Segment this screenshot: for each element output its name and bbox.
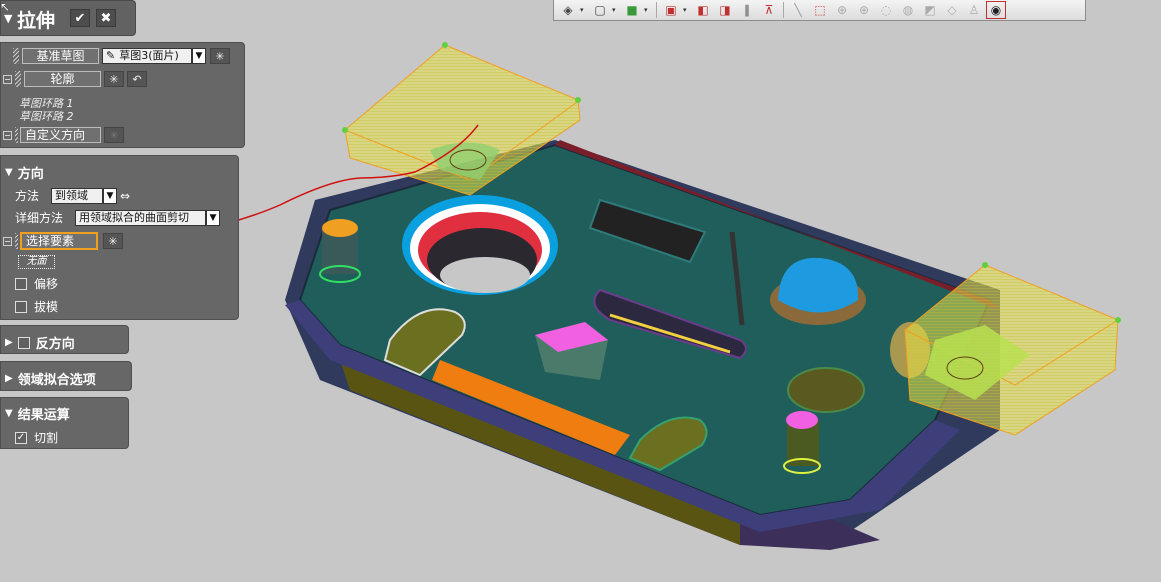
close-icon: ✖ <box>100 10 112 26</box>
sketch-panel: 基准草图 ✎ 草图3(面片) ▼ ✳ − 轮廓 ✳ ↶ 草图环路 1 草图环路 … <box>0 42 245 148</box>
drag-handle[interactable] <box>15 127 18 143</box>
draft-checkbox[interactable] <box>15 300 27 313</box>
top-toolbar: ◈ ▾ ▢ ▾ ■ ▾ ▣ ▾ ◧ ◨ ∥ ⊼ ╲ ⬚ ⊕ ⊕ ◌ ◍ ◩ ◇ ♙ ◉ <box>553 0 1086 21</box>
extrude-dialog-header: ▼ 拉伸 ✔ ✖ <box>0 0 136 36</box>
brush-icon[interactable]: ◍ <box>898 1 918 19</box>
base-sketch-value: 草图3(面片) <box>119 49 179 62</box>
collapse-icon[interactable]: − <box>3 74 12 84</box>
line-icon[interactable]: ╲ <box>788 1 808 19</box>
draw-icon[interactable]: ◩ <box>920 1 940 19</box>
line-icon[interactable]: ⊼ <box>759 1 779 19</box>
lasso-icon[interactable]: ◌ <box>876 1 896 19</box>
mouse-cursor: ↖ <box>0 0 11 14</box>
asterisk-icon[interactable]: ✳ <box>210 48 230 64</box>
swap-direction-icon[interactable]: ⇔ <box>120 189 130 203</box>
sketch-loop-2[interactable]: 草图环路 2 <box>19 108 74 124</box>
reverse-panel: ▶ 反方向 <box>0 325 129 354</box>
drag-handle[interactable] <box>15 71 21 87</box>
select-box-icon[interactable]: ⬚ <box>810 1 830 19</box>
chevron-down-icon[interactable]: ▾ <box>644 6 652 14</box>
cut-label: 切割 <box>34 431 59 445</box>
toolbar-divider <box>656 2 657 18</box>
chevron-down-icon[interactable]: ▾ <box>580 6 588 14</box>
region-fit-panel: ▶ 领域拟合选项 <box>0 361 132 391</box>
person-icon[interactable]: ♙ <box>964 1 984 19</box>
toolbar-divider <box>783 2 784 18</box>
detail-method-label: 详细方法 <box>15 211 64 225</box>
select-element-label[interactable]: 选择要素 <box>20 232 98 250</box>
region-fit-title: 领域拟合选项 <box>17 373 96 388</box>
chevron-down-icon[interactable]: ▼ <box>103 187 117 204</box>
color-cube-icon[interactable]: ■ <box>622 1 642 19</box>
result-panel: ▼ 结果运算 ✓ 切割 <box>0 397 129 449</box>
dialog-title: 拉伸 <box>17 10 56 32</box>
circle-icon[interactable]: ⊕ <box>854 1 874 19</box>
collapse-icon[interactable]: − <box>3 236 12 246</box>
offset-checkbox[interactable] <box>15 277 27 290</box>
chevron-down-icon[interactable]: ▾ <box>612 6 620 14</box>
direction-panel: ▼ 方向 方法 到领域 ▼ ⇔ 详细方法 用领域拟合的曲面剪切 ▼ − 选择要素… <box>0 155 239 320</box>
fill-icon[interactable]: ◇ <box>942 1 962 19</box>
chevron-down-icon[interactable]: ▼ <box>192 48 206 64</box>
ok-button[interactable]: ✔ <box>70 9 90 27</box>
pattern-icon[interactable]: ∥ <box>737 1 757 19</box>
method-value: 到领域 <box>55 188 88 202</box>
asterisk-icon[interactable]: ✳ <box>104 127 124 143</box>
direction-title: 方向 <box>17 167 44 182</box>
chevron-down-icon[interactable]: ▼ <box>206 209 220 226</box>
asterisk-icon[interactable]: ✳ <box>104 71 124 87</box>
expand-arrow-icon[interactable]: ▶ <box>5 337 13 348</box>
chevron-down-icon[interactable]: ▾ <box>683 6 691 14</box>
detail-method-select[interactable]: 用领域拟合的曲面剪切 <box>75 209 206 226</box>
collapse-arrow-icon[interactable]: ▼ <box>5 167 13 178</box>
contour-label[interactable]: 轮廓 <box>24 71 101 87</box>
drag-handle[interactable] <box>13 48 19 64</box>
mirror-icon[interactable]: ◨ <box>715 1 735 19</box>
method-select[interactable]: 到领域 <box>51 187 103 204</box>
collapse-icon[interactable]: − <box>3 130 12 140</box>
plane-icon[interactable]: ◧ <box>693 1 713 19</box>
method-label: 方法 <box>15 189 40 203</box>
model-part[interactable] <box>285 140 1000 550</box>
eye-icon[interactable]: ◉ <box>986 1 1006 19</box>
custom-direction-label[interactable]: 自定义方向 <box>20 127 101 143</box>
base-sketch-label[interactable]: 基准草图 <box>22 48 99 64</box>
draft-label: 拔模 <box>34 300 59 314</box>
pencil-icon: ✎ <box>106 49 116 62</box>
expand-arrow-icon[interactable]: ▶ <box>5 373 13 384</box>
cube-view-icon[interactable]: ▢ <box>590 1 610 19</box>
cancel-button[interactable]: ✖ <box>96 9 116 27</box>
select-element-value[interactable]: 无面 <box>18 255 55 269</box>
check-icon: ✔ <box>74 10 86 26</box>
undo-icon[interactable]: ↶ <box>127 71 147 87</box>
render-mode-icon[interactable]: ◈ <box>558 1 578 19</box>
asterisk-icon[interactable]: ✳ <box>103 233 123 249</box>
reverse-checkbox[interactable] <box>17 336 30 349</box>
detail-method-value: 用领域拟合的曲面剪切 <box>79 210 189 224</box>
reverse-title: 反方向 <box>35 337 75 352</box>
drag-handle[interactable] <box>15 233 18 249</box>
result-title: 结果运算 <box>17 408 70 423</box>
collapse-arrow-icon[interactable]: ▼ <box>5 408 13 419</box>
cut-checkbox[interactable]: ✓ <box>15 431 27 444</box>
base-sketch-select[interactable]: ✎ 草图3(面片) <box>102 48 192 64</box>
offset-label: 偏移 <box>34 277 59 291</box>
circle-icon[interactable]: ⊕ <box>832 1 852 19</box>
section-view-icon[interactable]: ▣ <box>661 1 681 19</box>
